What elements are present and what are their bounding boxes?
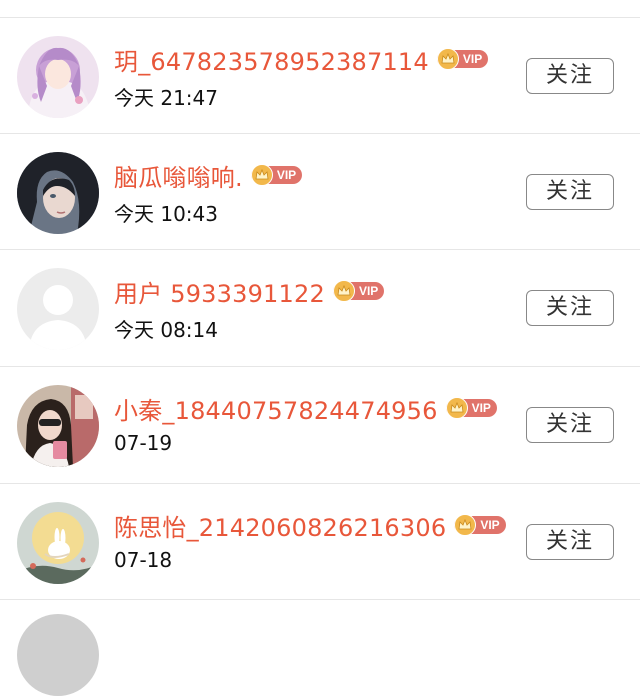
follow-button[interactable]: 关注	[526, 407, 614, 443]
vip-badge: VIP	[454, 514, 506, 536]
avatar[interactable]	[17, 614, 99, 696]
timestamp: 07-18	[114, 548, 173, 572]
avatar[interactable]	[17, 385, 99, 467]
follow-button[interactable]: 关注	[526, 290, 614, 326]
crown-icon	[436, 48, 459, 70]
username[interactable]: 用户 5933391122	[114, 274, 325, 309]
list-item[interactable]: 玥_647823578952387114 VIP 今天 21:47 关注	[0, 18, 640, 134]
list-item[interactable]: 用户 5933391122 VIP 今天 08:14 关注	[0, 250, 640, 366]
crown-icon	[332, 280, 355, 302]
avatar[interactable]	[17, 36, 99, 118]
username[interactable]: 玥_647823578952387114	[114, 42, 429, 77]
list-item[interactable]: 脑瓜嗡嗡响. VIP 今天 10:43 关注	[0, 134, 640, 250]
username[interactable]: 脑瓜嗡嗡响.	[114, 158, 243, 193]
follow-button[interactable]: 关注	[526, 58, 614, 94]
vip-badge: VIP	[436, 48, 489, 70]
avatar[interactable]	[17, 268, 99, 350]
list-item[interactable]: 陈思怡_2142060826216306 VIP 07-18 关注	[0, 484, 640, 600]
follow-button[interactable]: 关注	[526, 174, 614, 210]
list-item[interactable]: 小秦_18440757824474956 VIP 07-19 关注	[0, 367, 640, 483]
avatar[interactable]	[17, 152, 99, 234]
vip-badge: VIP	[250, 164, 303, 186]
username[interactable]: 陈思怡_2142060826216306	[114, 508, 446, 543]
follow-button[interactable]: 关注	[526, 524, 614, 560]
vip-badge: VIP	[445, 397, 497, 419]
timestamp: 07-19	[114, 431, 173, 455]
vip-badge: VIP	[332, 280, 385, 302]
timestamp: 今天 10:43	[114, 202, 218, 226]
crown-icon	[250, 164, 273, 186]
divider	[0, 599, 640, 600]
username[interactable]: 小秦_18440757824474956	[114, 391, 438, 426]
avatar[interactable]	[17, 502, 99, 584]
timestamp: 今天 21:47	[114, 86, 218, 110]
crown-icon	[445, 397, 468, 419]
fans-list: 玥_647823578952387114 VIP 今天 21:47 关注 脑瓜嗡…	[0, 0, 640, 696]
timestamp: 今天 08:14	[114, 318, 218, 342]
crown-icon	[454, 514, 477, 536]
